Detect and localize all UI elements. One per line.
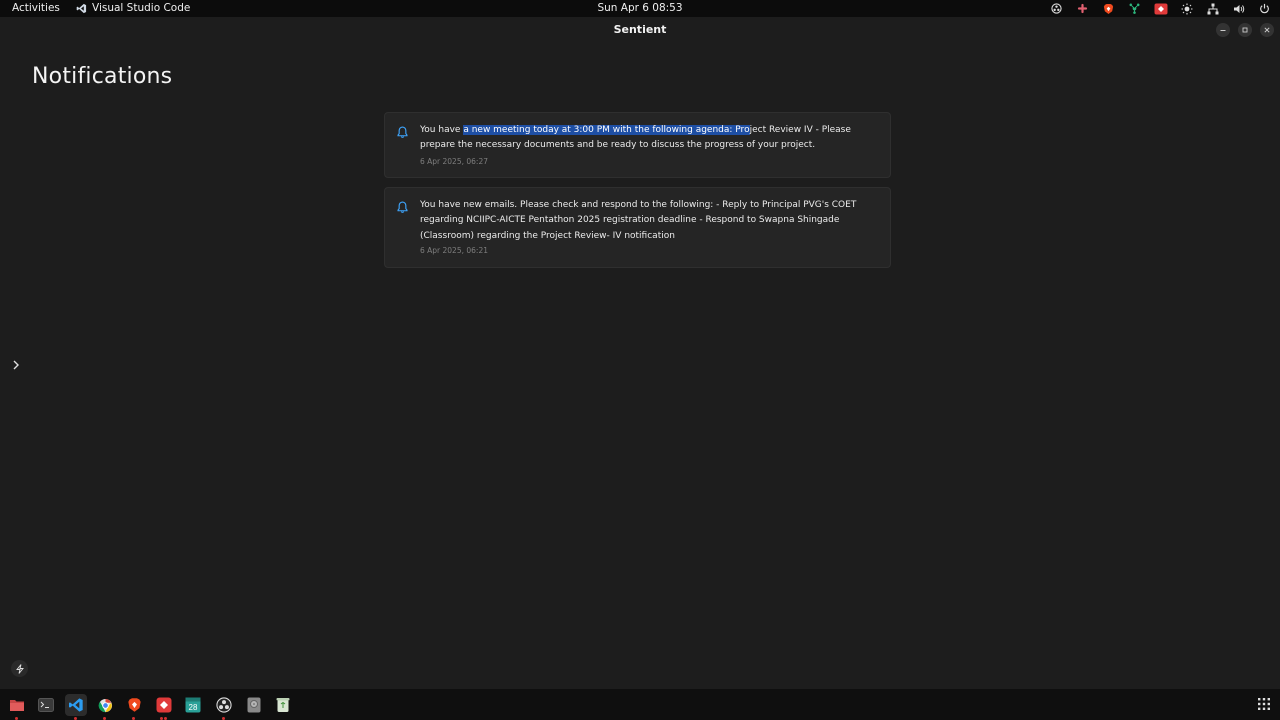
show-apps-icon[interactable] <box>1258 698 1270 710</box>
window-title: Sentient <box>613 23 667 36</box>
terminal-icon <box>38 698 54 712</box>
close-icon <box>1264 27 1270 33</box>
chrome-icon <box>98 698 112 712</box>
page-title: Notifications <box>32 64 173 89</box>
chevron-right-icon[interactable] <box>10 359 22 371</box>
window-controls <box>1216 23 1274 37</box>
obs-tray-icon[interactable] <box>1049 2 1064 15</box>
anydesk-app[interactable] <box>153 694 175 720</box>
window-title-bar[interactable]: Sentient <box>0 17 1280 44</box>
bell-icon <box>397 201 408 213</box>
trash-app[interactable] <box>272 694 294 716</box>
network-extension-tray-icon[interactable] <box>1127 2 1142 15</box>
volume-icon[interactable] <box>1231 2 1246 15</box>
notification-timestamp: 6 Apr 2025, 06:27 <box>420 157 488 166</box>
brave-tray-icon[interactable] <box>1101 2 1116 15</box>
brightness-icon[interactable] <box>1179 2 1194 15</box>
calendar-icon: 28 <box>185 697 201 713</box>
svg-text:28: 28 <box>189 703 198 712</box>
slack-tray-icon[interactable] <box>1075 2 1090 15</box>
maximize-button[interactable] <box>1238 23 1252 37</box>
message-text: You have <box>420 125 464 135</box>
chrome-app[interactable] <box>94 694 116 720</box>
minimize-icon <box>1220 30 1226 31</box>
vscode-app[interactable] <box>65 694 87 720</box>
restore-icon <box>1242 27 1248 33</box>
bell-icon <box>397 126 408 138</box>
files-app[interactable] <box>6 694 28 720</box>
selected-text: a new meeting today at 3:00 PM with the … <box>463 125 750 135</box>
obs-app[interactable] <box>213 694 235 720</box>
notification-card[interactable]: You have a new meeting today at 3:00 PM … <box>384 112 891 178</box>
system-top-bar: Activities Visual Studio Code Sun Apr 6 … <box>0 0 1280 17</box>
dock: 28 <box>0 689 1280 720</box>
folder-icon <box>10 700 24 711</box>
close-button[interactable] <box>1260 23 1274 37</box>
disks-app[interactable] <box>243 694 265 716</box>
notification-message: You have new emails. Please check and re… <box>420 200 857 241</box>
obs-icon <box>216 697 232 713</box>
network-icon[interactable] <box>1205 2 1220 15</box>
notification-timestamp: 6 Apr 2025, 06:21 <box>420 246 488 255</box>
notification-message: You have a new meeting today at 3:00 PM … <box>420 123 882 154</box>
anydesk-tray-icon[interactable] <box>1153 2 1168 15</box>
lightning-icon <box>15 663 24 674</box>
minimize-button[interactable] <box>1216 23 1230 37</box>
anydesk-icon <box>156 697 172 713</box>
power-icon[interactable] <box>1257 2 1272 15</box>
brave-icon <box>127 698 141 712</box>
terminal-app[interactable] <box>35 694 57 716</box>
brave-app[interactable] <box>123 694 145 720</box>
disk-icon <box>247 697 261 713</box>
notification-card[interactable]: You have new emails. Please check and re… <box>384 187 891 268</box>
system-tray <box>1049 2 1272 15</box>
trash-icon <box>276 698 290 712</box>
quick-action-button[interactable] <box>11 660 28 677</box>
calendar-app[interactable]: 28 <box>182 694 204 716</box>
vscode-icon <box>69 698 83 712</box>
